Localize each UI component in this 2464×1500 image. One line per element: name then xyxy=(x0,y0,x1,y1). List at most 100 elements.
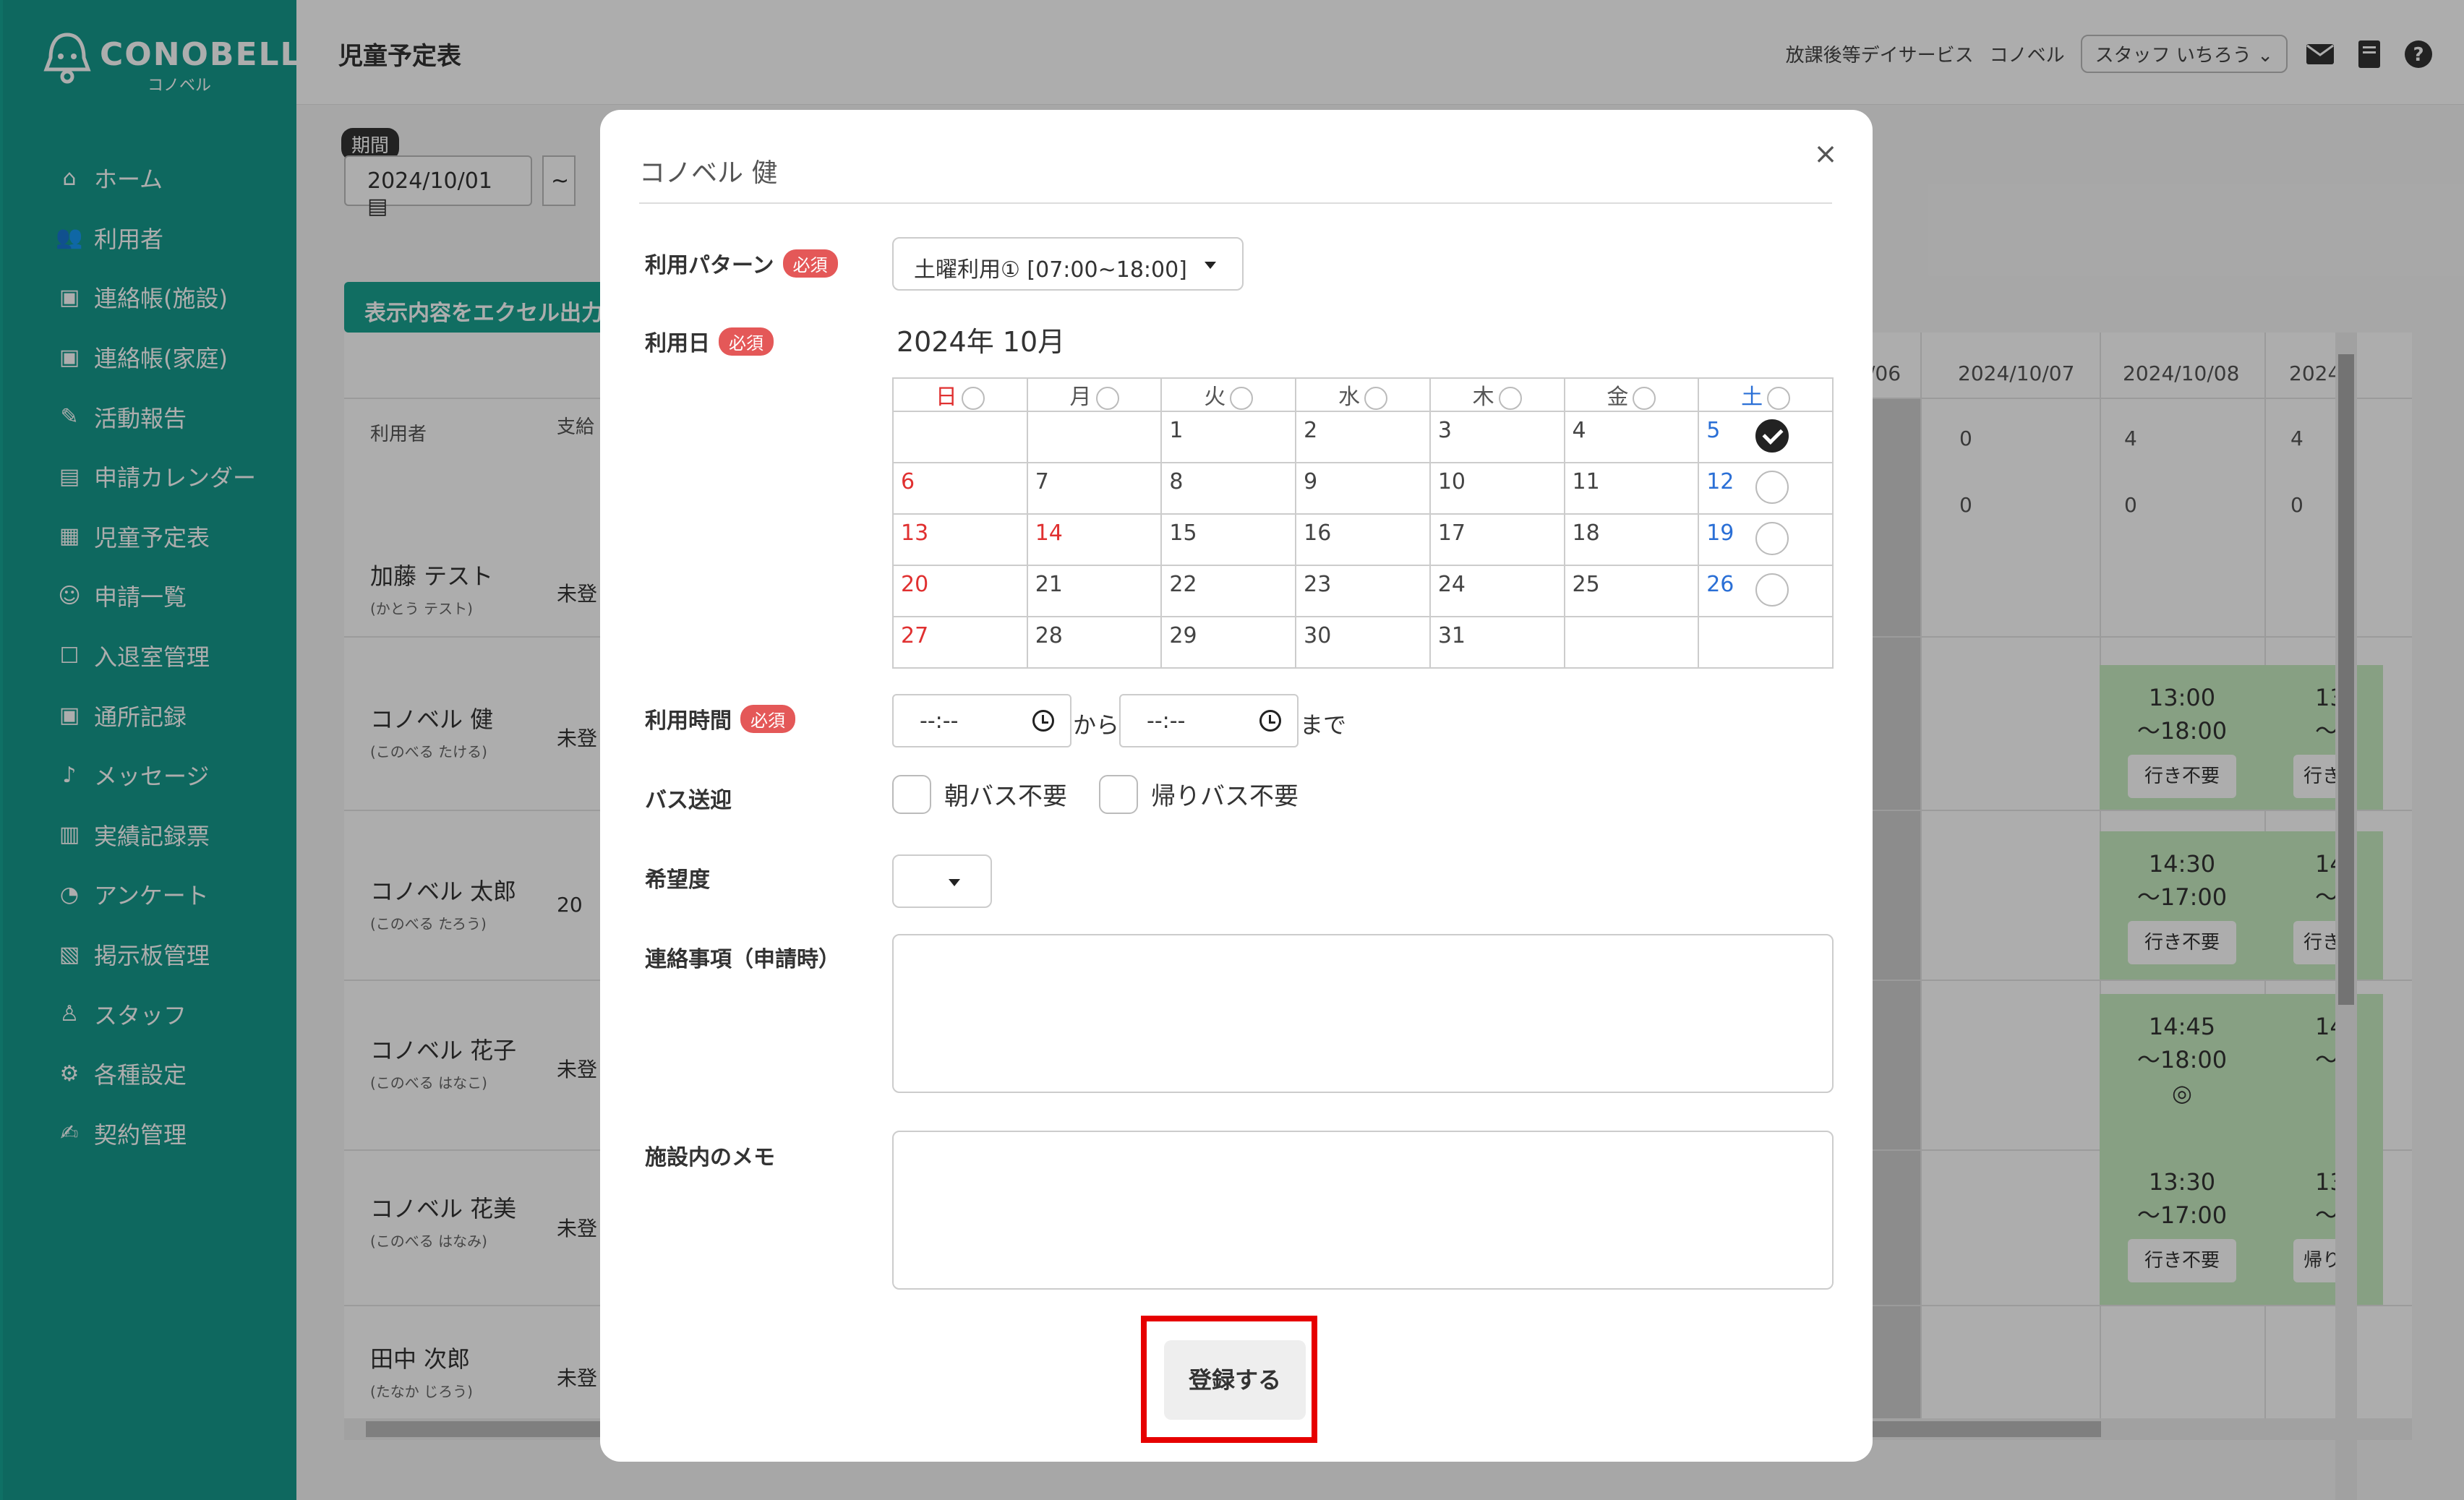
calendar-day-number: 22 xyxy=(1169,572,1197,597)
weekday-select-circle[interactable] xyxy=(1364,386,1387,410)
calendar-day-cell[interactable]: 25 xyxy=(1563,565,1700,617)
calendar-day-number: 23 xyxy=(1304,572,1332,597)
weekday-header[interactable]: 日 xyxy=(892,377,1028,412)
calendar-day-cell[interactable]: 6 xyxy=(892,462,1028,515)
calendar-day-number: 19 xyxy=(1706,520,1734,546)
hope-select[interactable] xyxy=(892,854,992,908)
weekday-select-circle[interactable] xyxy=(1498,386,1522,410)
calendar-day-number: 15 xyxy=(1169,520,1197,546)
day-select-checkbox[interactable] xyxy=(1755,573,1789,607)
caret-down-icon xyxy=(949,879,960,886)
calendar-day-number: 29 xyxy=(1169,623,1197,648)
calendar-day-cell[interactable]: 19 xyxy=(1698,513,1834,566)
calendar-day-number: 31 xyxy=(1437,623,1466,648)
calendar-day-cell[interactable]: 7 xyxy=(1026,462,1163,515)
submit-button[interactable]: 登録する xyxy=(1164,1340,1306,1420)
calendar-day-number: 8 xyxy=(1169,469,1184,494)
calendar-day-number: 7 xyxy=(1035,469,1049,494)
required-badge: 必須 xyxy=(740,704,795,733)
calendar-day-number: 18 xyxy=(1572,520,1600,546)
pattern-select[interactable]: 土曜利用① [07:00~18:00] xyxy=(892,237,1244,291)
calendar-day-number: 16 xyxy=(1304,520,1332,546)
weekday-header[interactable]: 火 xyxy=(1160,377,1297,412)
weekday-label: 月 xyxy=(1069,385,1092,410)
weekday-select-circle[interactable] xyxy=(1633,386,1656,410)
calendar-day-cell[interactable]: 3 xyxy=(1429,411,1565,463)
calendar-week-row: 13 14 15 16 17 18 19 xyxy=(892,513,1834,566)
calendar-day-cell[interactable]: 22 xyxy=(1160,565,1297,617)
calendar-day-cell[interactable]: 14 xyxy=(1026,513,1163,566)
calendar-day-cell[interactable]: 8 xyxy=(1160,462,1297,515)
calendar-day-number: 3 xyxy=(1437,418,1452,443)
calendar-day-cell[interactable]: 15 xyxy=(1160,513,1297,566)
calendar-day-cell[interactable]: 10 xyxy=(1429,462,1565,515)
calendar-day-number: 11 xyxy=(1572,469,1600,494)
time-to-input[interactable]: --:-- xyxy=(1119,694,1299,747)
return-bus-checkbox[interactable] xyxy=(1099,775,1138,814)
day-select-checkbox[interactable] xyxy=(1755,471,1789,504)
calendar-day-cell[interactable]: 17 xyxy=(1429,513,1565,566)
calendar-day-cell[interactable]: 12 xyxy=(1698,462,1834,515)
weekday-header[interactable]: 金 xyxy=(1563,377,1700,412)
calendar-day-number: 24 xyxy=(1437,572,1466,597)
calendar-day-cell[interactable]: 16 xyxy=(1295,513,1431,566)
weekday-header[interactable]: 木 xyxy=(1429,377,1565,412)
calendar-day-cell[interactable]: 27 xyxy=(892,616,1028,669)
schedule-modal: コノベル 健 × 利用パターン 必須 土曜利用① [07:00~18:00] 利用… xyxy=(600,110,1873,1462)
close-icon[interactable]: × xyxy=(1808,136,1844,172)
return-bus-label: 帰りバス不要 xyxy=(1151,782,1299,811)
day-select-checkbox[interactable] xyxy=(1755,522,1789,555)
weekday-label: 水 xyxy=(1338,385,1360,410)
calendar-day-cell[interactable]: 21 xyxy=(1026,565,1163,617)
note-textarea[interactable] xyxy=(892,934,1834,1093)
calendar-day-cell[interactable]: 20 xyxy=(892,565,1028,617)
calendar-day-cell[interactable]: 11 xyxy=(1563,462,1700,515)
morning-bus-checkbox[interactable] xyxy=(892,775,931,814)
label-text: 利用日 xyxy=(645,331,710,356)
note-label: 連絡事項（申請時） xyxy=(645,947,840,972)
pattern-value: 土曜利用① [07:00~18:00] xyxy=(914,257,1187,283)
calendar-day-cell[interactable]: 31 xyxy=(1429,616,1565,669)
calendar-day-cell[interactable]: 23 xyxy=(1295,565,1431,617)
calendar-body: 1 2 3 4 5 6 7 8 9 10 11 12 13 14 15 16 17 18 19 20 21 22 23 24 2… xyxy=(892,411,1834,669)
calendar-day-cell[interactable]: 26 xyxy=(1698,565,1834,617)
date-calendar: 日 月 火 水 木 金 土 1 2 3 4 5 6 7 8 9 10 11 12 13 14 15 16 17 1… xyxy=(892,377,1834,669)
weekday-header[interactable]: 土 xyxy=(1698,377,1834,412)
calendar-day-cell xyxy=(1563,616,1700,669)
calendar-day-cell[interactable]: 9 xyxy=(1295,462,1431,515)
calendar-day-cell[interactable]: 5 xyxy=(1698,411,1834,463)
weekday-select-circle[interactable] xyxy=(1230,386,1254,410)
calendar-day-cell[interactable]: 1 xyxy=(1160,411,1297,463)
calendar-day-cell[interactable]: 2 xyxy=(1295,411,1431,463)
weekday-select-circle[interactable] xyxy=(1767,386,1791,410)
weekday-label: 土 xyxy=(1741,385,1763,410)
calendar-day-cell[interactable]: 4 xyxy=(1563,411,1700,463)
calendar-day-number: 26 xyxy=(1706,572,1734,597)
time-to-value: --:-- xyxy=(1147,708,1186,734)
memo-textarea[interactable] xyxy=(892,1131,1834,1290)
calendar-day-cell[interactable]: 28 xyxy=(1026,616,1163,669)
calendar-week-row: 27 28 29 30 31 xyxy=(892,616,1834,669)
divider xyxy=(639,202,1832,204)
weekday-select-circle[interactable] xyxy=(1095,386,1119,410)
date-label: 利用日 必須 xyxy=(645,325,774,357)
submit-highlight: 登録する xyxy=(1141,1316,1317,1443)
day-select-checkbox[interactable] xyxy=(1755,419,1789,453)
calendar-day-cell[interactable]: 30 xyxy=(1295,616,1431,669)
weekday-header[interactable]: 水 xyxy=(1295,377,1431,412)
calendar-day-number: 4 xyxy=(1572,418,1586,443)
weekday-header[interactable]: 月 xyxy=(1026,377,1163,412)
calendar-day-cell[interactable]: 18 xyxy=(1563,513,1700,566)
time-from-input[interactable]: --:-- xyxy=(892,694,1071,747)
time-from-value: --:-- xyxy=(920,708,959,734)
memo-label: 施設内のメモ xyxy=(645,1145,775,1170)
from-text: から xyxy=(1073,711,1120,739)
calendar-day-number: 14 xyxy=(1035,520,1063,546)
weekday-select-circle[interactable] xyxy=(961,386,985,410)
calendar-day-number: 27 xyxy=(901,623,929,648)
time-label: 利用時間 必須 xyxy=(645,703,795,734)
calendar-day-cell[interactable]: 24 xyxy=(1429,565,1565,617)
calendar-day-cell[interactable]: 13 xyxy=(892,513,1028,566)
calendar-day-cell[interactable]: 29 xyxy=(1160,616,1297,669)
calendar-day-number: 5 xyxy=(1706,418,1721,443)
